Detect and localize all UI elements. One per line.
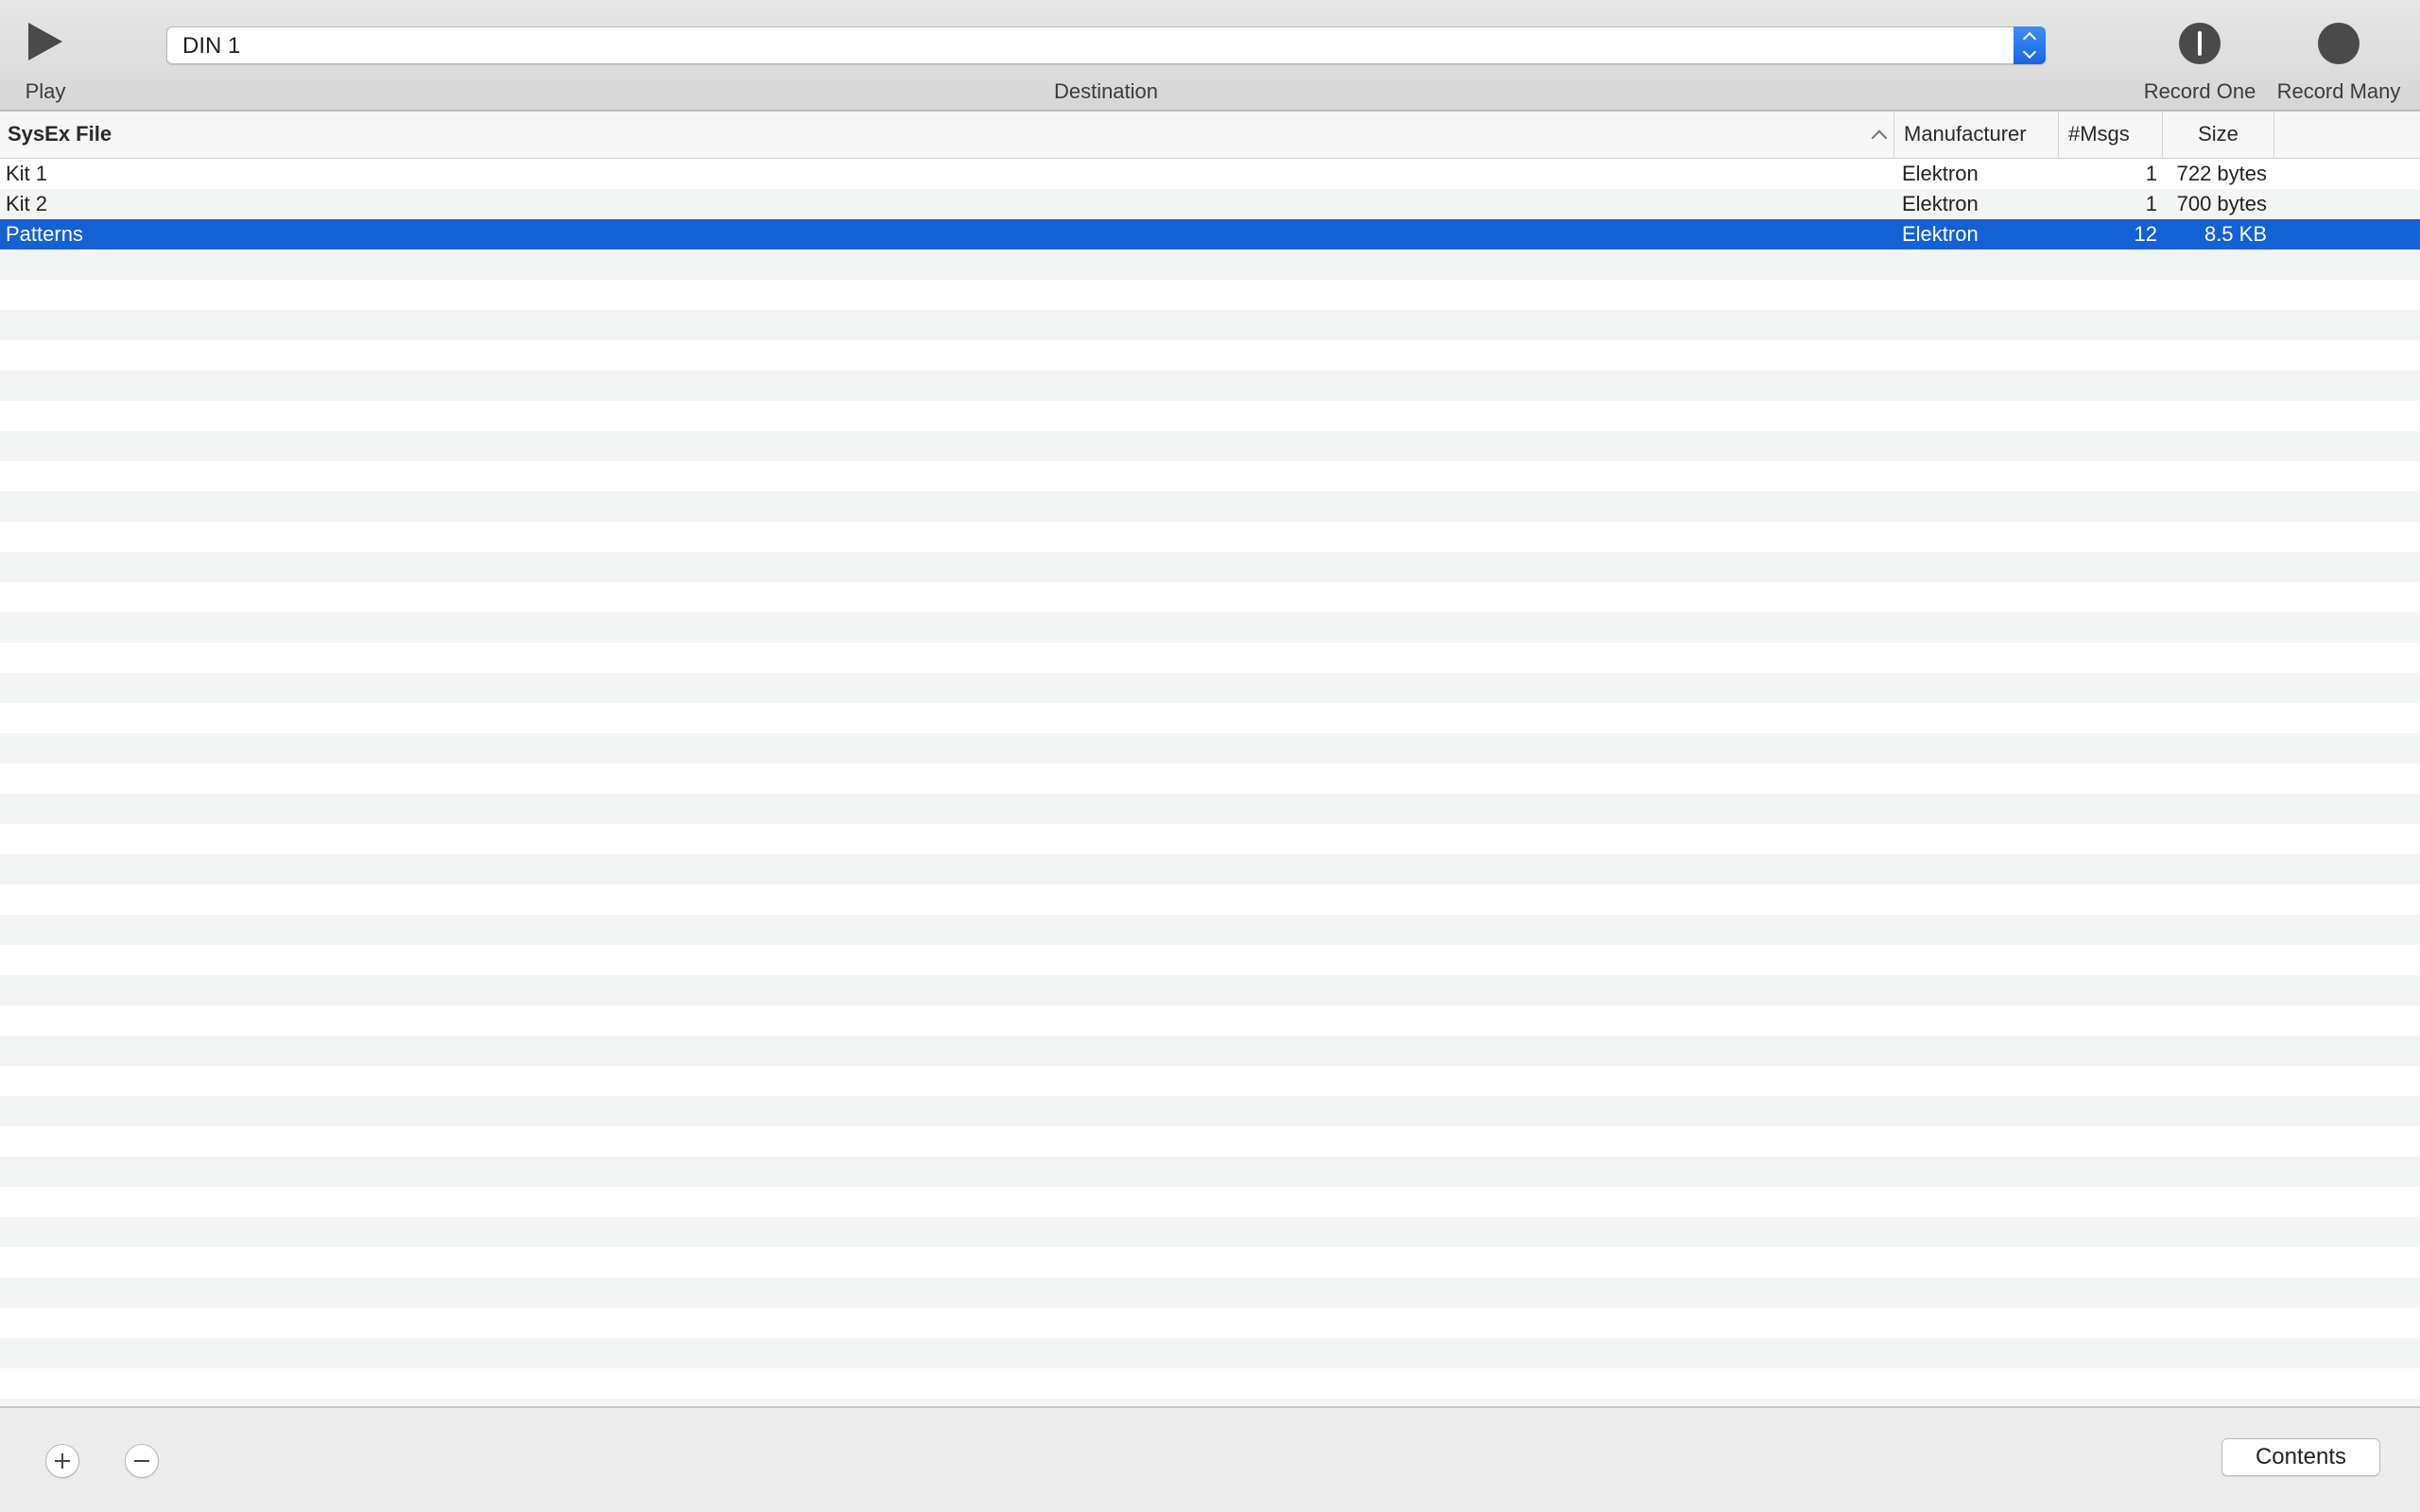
add-button[interactable] <box>45 1444 79 1478</box>
toolbar: Play DIN 1 Destination Record One Record… <box>0 0 2420 112</box>
record-many-icon <box>2318 23 2360 64</box>
column-header-label: Manufacturer <box>1904 122 2027 146</box>
destination-value: DIN 1 <box>182 33 241 59</box>
destination-popup[interactable]: DIN 1 <box>166 26 2046 64</box>
play-label: Play <box>25 79 66 103</box>
remove-button[interactable] <box>125 1444 159 1478</box>
cell-size: 700 bytes <box>2176 192 2267 215</box>
column-header-size[interactable]: Size <box>2163 112 2274 159</box>
table-row[interactable]: Kit 1 Elektron 1 722 bytes <box>0 159 2420 189</box>
record-one-label: Record One <box>2143 79 2256 103</box>
cell-name: Patterns <box>6 222 83 246</box>
column-header-manufacturer[interactable]: Manufacturer <box>1894 112 2059 159</box>
cell-msgs: 1 <box>2145 162 2157 185</box>
cell-manufacturer: Elektron <box>1902 222 1979 246</box>
cell-name: Kit 1 <box>6 162 48 185</box>
cell-manufacturer: Elektron <box>1902 192 1979 215</box>
cell-manufacturer: Elektron <box>1902 162 1979 185</box>
table-row[interactable]: Kit 2 Elektron 1 700 bytes <box>0 189 2420 219</box>
play-button[interactable]: Play <box>0 0 91 112</box>
record-one-button[interactable]: Record One <box>2138 0 2261 112</box>
cell-name: Kit 2 <box>6 192 48 215</box>
column-header-msgs[interactable]: #Msgs <box>2059 112 2163 159</box>
table-header: SysEx File Manufacturer #Msgs Size <box>0 112 2420 159</box>
chevron-up-down-icon[interactable] <box>2014 26 2046 64</box>
cell-msgs: 1 <box>2145 192 2157 215</box>
destination-label: Destination <box>1053 79 1159 103</box>
sysex-file-table[interactable]: Kit 1 Elektron 1 722 bytes Kit 2 Elektro… <box>0 159 2420 1406</box>
record-one-icon <box>2179 23 2221 64</box>
record-many-label: Record Many <box>2276 79 2401 103</box>
contents-button[interactable]: Contents <box>2221 1438 2380 1476</box>
column-header-label: Size <box>2198 122 2238 146</box>
app-window: Play DIN 1 Destination Record One Record… <box>0 0 2420 1512</box>
record-many-button[interactable]: Record Many <box>2273 0 2405 112</box>
cell-size: 722 bytes <box>2176 162 2267 185</box>
column-header-label: #Msgs <box>2068 122 2130 146</box>
play-icon <box>28 23 62 60</box>
cell-size: 8.5 KB <box>2204 222 2267 246</box>
bottom-bar: Contents <box>0 1406 2420 1512</box>
column-header-sysex-file[interactable]: SysEx File <box>0 112 1894 159</box>
table-row-selected[interactable]: Patterns Elektron 12 8.5 KB <box>0 219 2420 249</box>
column-header-label: SysEx File <box>8 122 112 146</box>
cell-msgs: 12 <box>2134 222 2157 246</box>
